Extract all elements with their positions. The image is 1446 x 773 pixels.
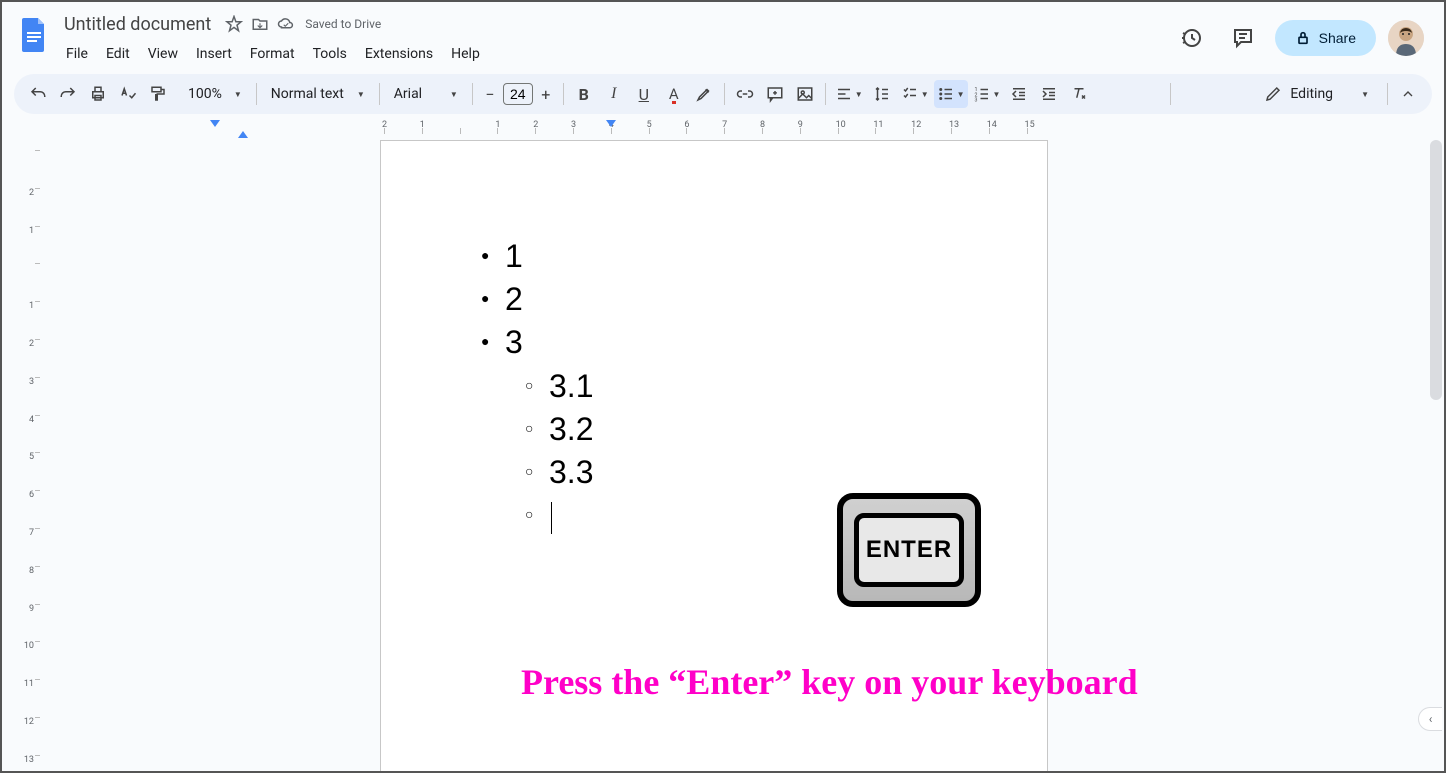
document-page[interactable]: 1 2 3 3.1 3.2 3.3 ENTER Press the “Enter… <box>380 140 1048 771</box>
chevron-down-icon: ▼ <box>357 90 365 99</box>
checklist-button[interactable]: ▼ <box>898 80 932 108</box>
list-item: 1 <box>477 235 951 278</box>
user-avatar[interactable] <box>1388 20 1424 56</box>
instruction-annotation: Press the “Enter” key on your keyboard <box>521 661 1138 703</box>
star-icon[interactable] <box>225 15 243 33</box>
menu-file[interactable]: File <box>58 42 96 66</box>
indent-left-marker[interactable] <box>238 131 248 138</box>
collapse-toolbar-button[interactable] <box>1394 80 1422 108</box>
list-item: 3.2 <box>477 408 951 451</box>
font-size-decrease[interactable]: − <box>479 82 501 106</box>
editing-label: Editing <box>1290 86 1333 102</box>
bulleted-list-button[interactable]: ▼ <box>934 80 968 108</box>
print-button[interactable] <box>84 80 112 108</box>
list-item: 2 <box>477 278 951 321</box>
document-canvas[interactable]: 1 2 3 3.1 3.2 3.3 ENTER Press the “Enter… <box>44 140 1444 771</box>
horizontal-ruler[interactable]: 21123456789101112131415 <box>2 122 1444 140</box>
chevron-down-icon: ▼ <box>234 90 242 99</box>
spellcheck-button[interactable] <box>114 80 142 108</box>
zoom-select[interactable]: 100% ▼ <box>174 80 250 108</box>
link-button[interactable] <box>731 80 759 108</box>
menu-extensions[interactable]: Extensions <box>357 42 441 66</box>
paint-format-button[interactable] <box>144 80 172 108</box>
share-button[interactable]: Share <box>1275 20 1376 56</box>
document-title[interactable]: Untitled document <box>58 12 217 37</box>
menu-tools[interactable]: Tools <box>305 42 355 66</box>
text-cursor <box>551 502 552 534</box>
docs-icon <box>16 16 52 52</box>
toolbar: 100% ▼ Normal text ▼ Arial ▼ − + B I U <box>14 74 1432 114</box>
menu-edit[interactable]: Edit <box>98 42 138 66</box>
move-icon[interactable] <box>251 15 269 33</box>
style-value: Normal text <box>271 86 344 102</box>
align-button[interactable]: ▼ <box>832 80 866 108</box>
list-item: 3 <box>477 321 951 364</box>
text-color-button[interactable]: A <box>660 80 688 108</box>
lock-icon <box>1295 30 1311 46</box>
clear-format-button[interactable] <box>1065 80 1093 108</box>
underline-button[interactable]: U <box>630 80 658 108</box>
decrease-indent-button[interactable] <box>1005 80 1033 108</box>
redo-button[interactable] <box>54 80 82 108</box>
menu-help[interactable]: Help <box>443 42 488 66</box>
image-button[interactable] <box>791 80 819 108</box>
line-spacing-button[interactable] <box>868 80 896 108</box>
menu-insert[interactable]: Insert <box>188 42 240 66</box>
saved-status: Saved to Drive <box>305 17 381 31</box>
comments-icon[interactable] <box>1223 18 1263 58</box>
history-icon[interactable] <box>1171 18 1211 58</box>
comment-button[interactable] <box>761 80 789 108</box>
indent-first-line-marker[interactable] <box>210 120 220 127</box>
chevron-down-icon: ▼ <box>450 90 458 99</box>
bold-button[interactable]: B <box>570 80 598 108</box>
app-header: Untitled document Saved to Drive File Ed… <box>2 2 1444 68</box>
enter-key-label: ENTER <box>854 513 965 586</box>
vertical-scrollbar[interactable] <box>1430 140 1442 771</box>
font-select[interactable]: Arial ▼ <box>386 80 466 108</box>
share-label: Share <box>1319 30 1356 46</box>
menu-bar: File Edit View Insert Format Tools Exten… <box>58 40 1171 68</box>
menu-view[interactable]: View <box>140 42 186 66</box>
cloud-saved-icon[interactable] <box>277 15 295 33</box>
zoom-value: 100% <box>182 86 228 102</box>
italic-button[interactable]: I <box>600 80 628 108</box>
list-item: 3.3 <box>477 451 951 494</box>
chevron-down-icon: ▼ <box>1361 90 1369 99</box>
docs-logo[interactable] <box>14 14 54 54</box>
pencil-icon <box>1264 85 1282 103</box>
font-size-input[interactable] <box>503 83 533 105</box>
editing-mode-button[interactable]: Editing ▼ <box>1252 85 1381 103</box>
side-panel-toggle[interactable]: ‹ <box>1418 707 1442 731</box>
vertical-ruler[interactable]: 2112345678910111213 <box>2 140 44 771</box>
undo-button[interactable] <box>24 80 52 108</box>
font-size-control: − + <box>479 82 557 106</box>
menu-format[interactable]: Format <box>242 42 303 66</box>
enter-key-illustration: ENTER <box>837 493 981 607</box>
font-value: Arial <box>394 86 422 102</box>
increase-indent-button[interactable] <box>1035 80 1063 108</box>
svg-text:3: 3 <box>974 98 977 104</box>
indent-right-marker[interactable] <box>606 120 616 127</box>
numbered-list-button[interactable]: 123▼ <box>970 80 1004 108</box>
document-content[interactable]: 1 2 3 3.1 3.2 3.3 <box>477 235 951 537</box>
style-select[interactable]: Normal text ▼ <box>263 80 373 108</box>
scrollbar-thumb[interactable] <box>1430 140 1442 400</box>
list-item: 3.1 <box>477 365 951 408</box>
font-size-increase[interactable]: + <box>535 82 557 106</box>
highlight-button[interactable] <box>690 80 718 108</box>
